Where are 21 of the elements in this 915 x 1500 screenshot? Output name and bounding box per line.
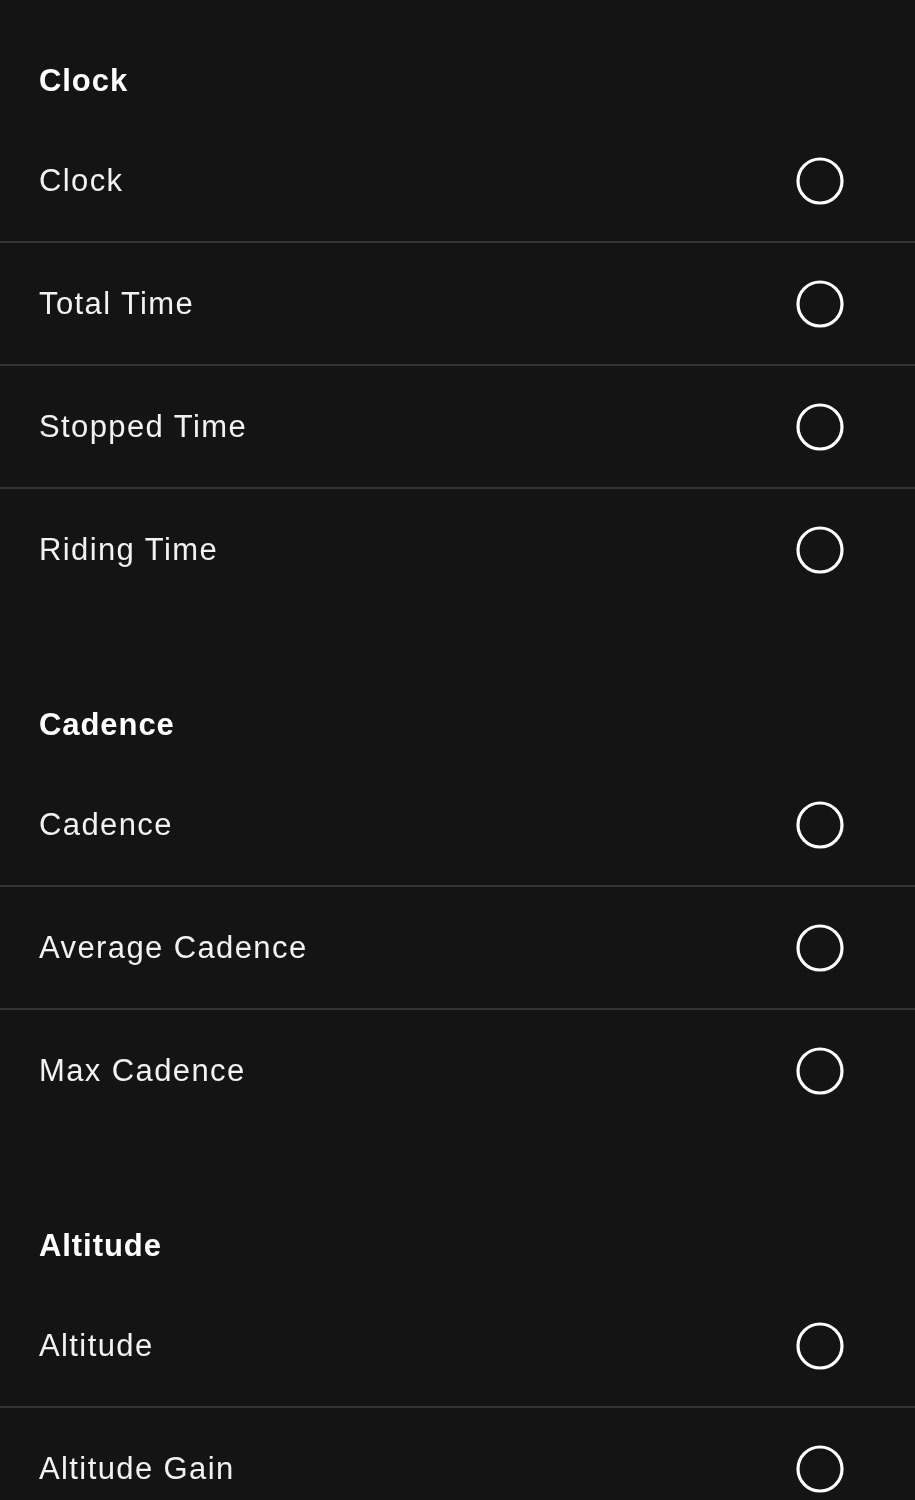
radio-button[interactable] [796,402,844,451]
radio-button[interactable] [796,923,844,972]
section-heading: Altitude [39,1228,163,1264]
radio-button[interactable] [796,1046,844,1095]
option-label: Riding Time [39,531,219,568]
section-heading: Clock [39,63,130,99]
radio-button[interactable] [796,800,844,849]
option-label: Altitude [39,1327,154,1364]
radio-button[interactable] [796,1321,844,1370]
section-heading: Cadence [39,707,176,743]
option-label: Clock [39,162,124,199]
option-label: Stopped Time [39,408,248,445]
option-label: Max Cadence [39,1052,246,1089]
option-label: Cadence [39,806,173,843]
option-label: Average Cadence [39,929,308,966]
radio-button[interactable] [796,156,844,205]
radio-button[interactable] [796,279,844,328]
radio-button[interactable] [796,525,844,574]
option-label: Altitude Gain [39,1450,235,1487]
option-label: Total Time [39,285,195,322]
radio-button[interactable] [796,1444,844,1493]
